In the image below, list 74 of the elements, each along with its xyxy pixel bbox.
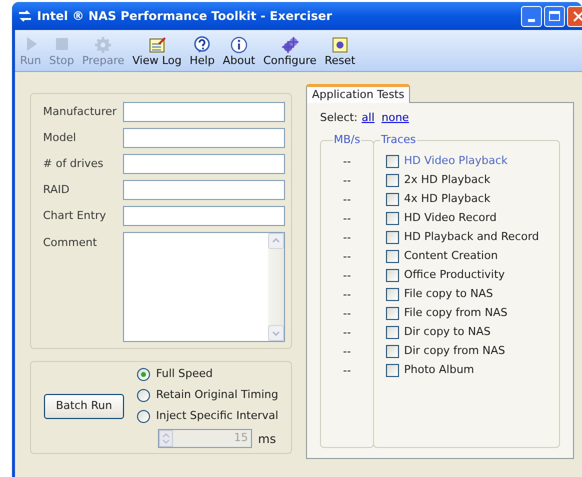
toolbar-button[interactable]: Configure (260, 36, 320, 67)
notepad-icon (148, 36, 166, 54)
info-icon (230, 36, 248, 54)
mbps-value: -- (343, 192, 351, 208)
batch-run-button[interactable]: Batch Run (44, 394, 124, 419)
mbps-value: -- (343, 344, 351, 360)
checkbox[interactable] (386, 288, 399, 300)
trace-label: 2x HD Playback (404, 172, 490, 188)
mbps-value: -- (343, 324, 351, 340)
trace-label: Office Productivity (404, 266, 505, 283)
trace-label: Photo Album (404, 362, 474, 378)
select-link[interactable]: none (382, 110, 409, 126)
mbps-value: -- (343, 362, 351, 378)
toolbar-button[interactable]: View Log (129, 36, 185, 67)
field-label: # of drives (43, 156, 104, 172)
trace-label: 4x HD Playback (404, 190, 490, 207)
help-icon (193, 36, 212, 54)
group-legend: MB/s (332, 132, 362, 148)
radio-button[interactable] (137, 410, 150, 423)
radio-label: Inject Specific Interval (156, 408, 278, 424)
mbps-value: -- (343, 230, 351, 246)
radio-label: Full Speed (156, 366, 213, 382)
checkbox[interactable] (386, 364, 399, 376)
window-title: Intel ® NAS Performance Toolkit - Exerciser (37, 8, 332, 25)
field-label: Comment (43, 235, 98, 251)
group-legend: Traces (380, 132, 417, 148)
select-label: Select: (320, 110, 358, 126)
checkbox[interactable] (386, 250, 399, 262)
field-label: Manufacturer (43, 104, 118, 120)
app-icon (18, 10, 32, 22)
trace-label: HD Playback and Record (404, 228, 540, 245)
select-link[interactable]: all (362, 110, 374, 126)
minimize-button[interactable] (521, 6, 542, 26)
radio-button[interactable] (137, 389, 150, 402)
close-icon (573, 10, 582, 22)
checkbox[interactable] (386, 192, 399, 206)
checkbox[interactable] (386, 174, 399, 186)
checkbox[interactable] (386, 230, 399, 244)
toolbar-button[interactable]: About (220, 36, 258, 67)
mbps-value: -- (343, 210, 351, 226)
trace-label: File copy from NAS (404, 304, 508, 321)
radio-button[interactable] (137, 368, 150, 381)
toolbar-button[interactable]: Help (186, 36, 218, 67)
trace-label: Content Creation (404, 248, 498, 264)
checkbox[interactable] (386, 344, 399, 358)
square-gear-icon (330, 36, 349, 54)
checkbox[interactable] (386, 154, 399, 168)
mbps-value: -- (343, 268, 351, 284)
mbps-value: -- (343, 248, 351, 264)
maximize-button[interactable] (544, 6, 565, 26)
trace-label: HD Video Playback (404, 152, 508, 169)
checkbox[interactable] (386, 326, 399, 338)
radio-label: Retain Original Timing (156, 387, 278, 404)
field-label: Chart Entry (43, 208, 107, 224)
trace-label: File copy to NAS (404, 286, 493, 302)
gears-icon (280, 36, 299, 54)
mbps-value: -- (343, 286, 351, 302)
tab[interactable]: Application Tests (306, 84, 410, 103)
mbps-value: -- (343, 306, 351, 322)
comment-field[interactable] (123, 232, 285, 342)
mbps-value: -- (343, 172, 351, 188)
field-label: Model (43, 130, 78, 146)
trace-label: HD Video Record (404, 210, 497, 226)
gear-icon (94, 36, 112, 54)
trace-label: Dir copy to NAS (404, 324, 491, 340)
mbps-value: -- (343, 154, 351, 170)
toolbar-button[interactable]: Reset (322, 36, 358, 67)
field-label: RAID (43, 182, 70, 198)
checkbox[interactable] (386, 306, 399, 320)
unit-label: ms (258, 430, 276, 448)
checkbox[interactable] (386, 212, 399, 224)
checkbox[interactable] (386, 268, 399, 282)
close-button[interactable] (567, 6, 582, 26)
trace-label: Dir copy from NAS (404, 342, 506, 359)
